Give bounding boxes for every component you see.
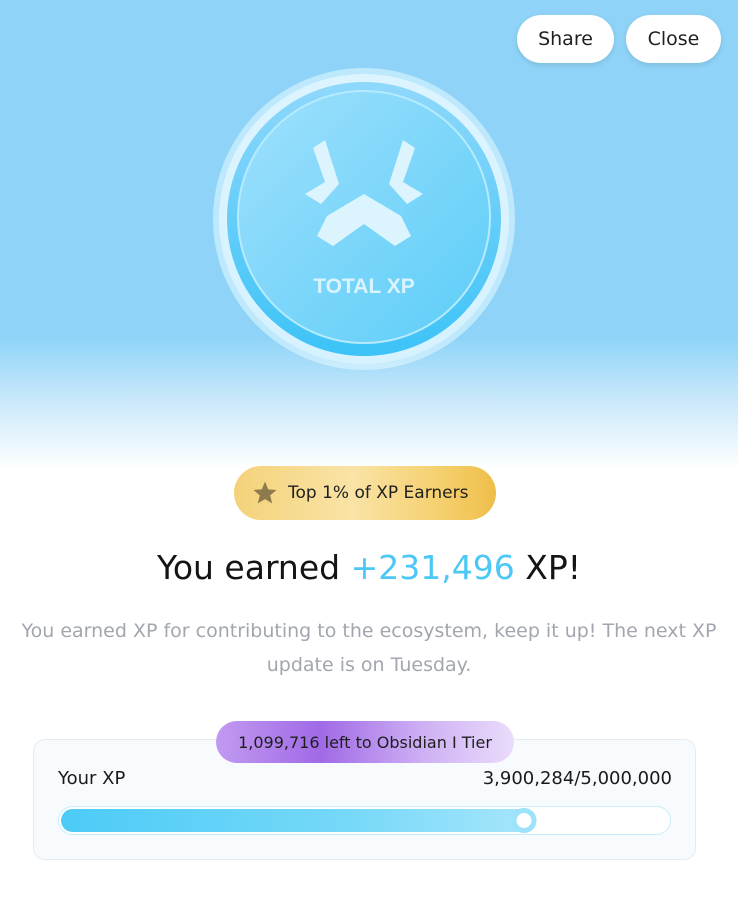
xp-progress-knob [511, 808, 537, 833]
xp-progress-fill [61, 809, 537, 832]
tier-remaining-pill: 1,099,716 left to Obsidian I Tier [216, 721, 514, 763]
earned-prefix: You earned [157, 548, 351, 587]
earned-suffix: XP! [514, 548, 581, 587]
earned-heading: You earned +231,496 XP! [0, 548, 738, 587]
your-xp-label: Your XP [58, 768, 126, 789]
earned-description: You earned XP for contributing to the ec… [21, 620, 717, 676]
badge-text: Top 1% of XP Earners [288, 483, 469, 503]
earned-amount: +231,496 [350, 548, 515, 587]
coin-label: TOTAL XP [313, 275, 415, 298]
star-icon [252, 480, 278, 506]
your-xp-value: 3,900,284/5,000,000 [482, 768, 672, 789]
total-xp-coin: TOTAL XP [211, 66, 517, 372]
close-button[interactable]: Close [626, 15, 721, 63]
xp-progress-bar [58, 806, 671, 835]
top-earners-badge: Top 1% of XP Earners [234, 466, 496, 520]
share-button[interactable]: Share [517, 15, 614, 63]
